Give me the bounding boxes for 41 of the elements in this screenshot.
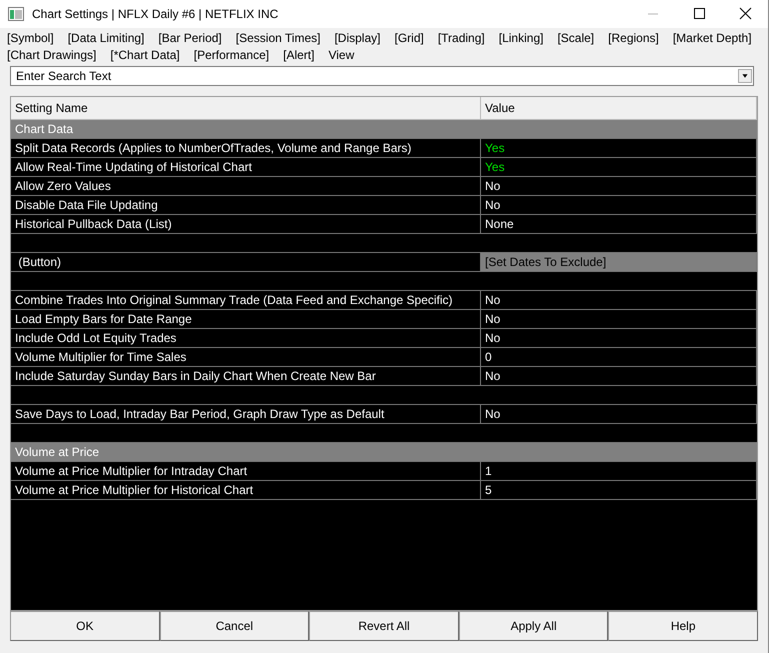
setting-value[interactable]: No — [485, 312, 500, 326]
section-header: Chart Data — [11, 120, 757, 139]
dialog-button[interactable]: Revert All — [309, 611, 459, 641]
dialog-button[interactable]: Help — [608, 611, 758, 641]
settings-tab[interactable]: [Performance] — [194, 48, 270, 62]
setting-value[interactable]: 5 — [485, 483, 492, 497]
settings-tab[interactable]: [Regions] — [608, 31, 659, 45]
section-header: Volume at Price — [11, 443, 757, 462]
settings-tab[interactable]: [Symbol] — [7, 31, 54, 45]
dialog-button[interactable]: OK — [10, 611, 160, 641]
setting-value[interactable]: No — [485, 293, 500, 307]
setting-value[interactable]: No — [485, 331, 500, 345]
app-icon — [8, 7, 24, 21]
settings-tab[interactable]: [Linking] — [498, 31, 544, 45]
setting-value[interactable]: No — [485, 369, 500, 383]
settings-tab[interactable]: [*Chart Data] — [110, 48, 180, 62]
settings-tab[interactable]: [Scale] — [557, 31, 594, 45]
settings-tab[interactable]: [Data Limiting] — [68, 31, 144, 45]
setting-value[interactable]: No — [485, 198, 500, 212]
search-field[interactable]: Enter Search Text — [11, 69, 738, 83]
setting-value[interactable]: None — [485, 217, 514, 231]
settings-tab[interactable]: [Alert] — [283, 48, 314, 62]
setting-value[interactable]: Yes — [485, 141, 505, 155]
dialog-button[interactable]: Apply All — [458, 611, 608, 641]
settings-tab[interactable]: [Bar Period] — [158, 31, 222, 45]
settings-tab[interactable]: [Session Times] — [236, 31, 320, 45]
search-dropdown[interactable]: Enter Search Text — [10, 66, 754, 86]
dialog-button[interactable]: Cancel — [160, 611, 310, 641]
set-dates-button[interactable]: [Set Dates To Exclude] — [481, 253, 757, 271]
setting-value[interactable]: 1 — [485, 464, 492, 478]
settings-tab[interactable]: [Market Depth] — [672, 31, 752, 45]
settings-tab[interactable]: [Display] — [334, 31, 380, 45]
setting-value[interactable]: Yes — [485, 160, 505, 174]
setting-value[interactable]: No — [485, 179, 500, 193]
settings-tab[interactable]: [Trading] — [438, 31, 485, 45]
setting-value[interactable]: No — [485, 407, 500, 421]
settings-tab[interactable]: View — [328, 48, 354, 62]
settings-tab[interactable]: [Chart Drawings] — [7, 48, 96, 62]
setting-value[interactable]: 0 — [485, 350, 492, 364]
settings-tab[interactable]: [Grid] — [394, 31, 424, 45]
window-title: Chart Settings | NFLX Daily #6 | NETFLIX INC — [32, 7, 280, 21]
